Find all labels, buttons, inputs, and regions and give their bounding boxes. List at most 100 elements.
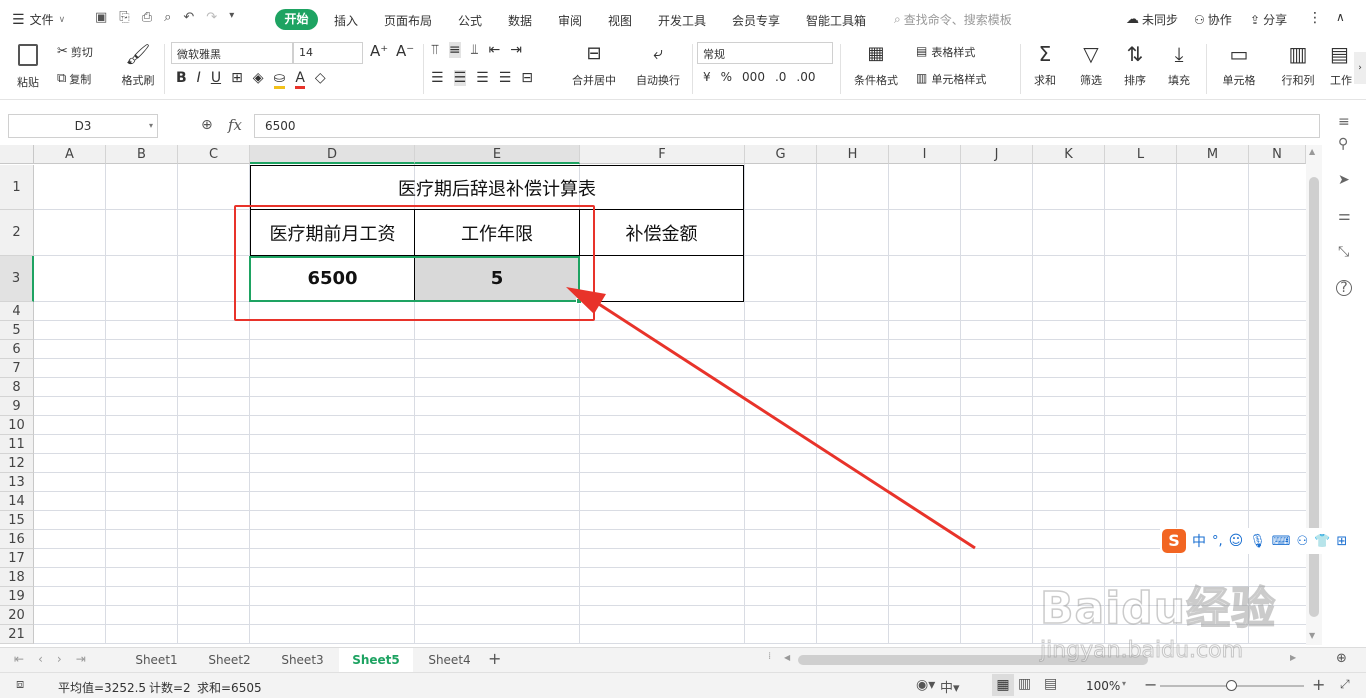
fullscreen-icon[interactable]: ⤢ [1340,677,1350,692]
cut-button[interactable]: ✂ 剪切 [57,44,93,60]
header-compensation[interactable]: 补偿金额 [579,210,744,256]
row-header-20[interactable]: 20 [0,606,34,625]
column-header-a[interactable]: A [34,145,106,164]
sheet-tab-3[interactable]: Sheet3 [266,650,339,671]
paste-button[interactable]: 粘贴 [10,42,46,94]
tab-page-layout[interactable]: 页面布局 [384,12,432,29]
sliders-icon[interactable]: ⚌ [1338,208,1351,224]
save-icon[interactable]: ▣ [95,10,107,25]
row-header-11[interactable]: 11 [0,435,34,454]
tab-insert[interactable]: 插入 [334,12,358,29]
fill-color-icon[interactable]: ◈ [253,70,264,89]
add-sheet-icon[interactable]: + [488,649,501,668]
indent-increase-icon[interactable]: ⇥ [510,42,522,58]
tab-splitter-icon[interactable]: ⁞ [768,651,771,662]
row-header-10[interactable]: 10 [0,416,34,435]
add-icon[interactable]: ⊕ [1336,651,1347,666]
zoom-menu-icon[interactable]: ▾ [1122,679,1126,688]
tab-developer[interactable]: 开发工具 [658,12,706,29]
sync-button[interactable]: ☁ 未同步 [1126,11,1178,28]
column-header-l[interactable]: L [1105,145,1177,164]
column-header-c[interactable]: C [178,145,250,164]
font-name-select[interactable]: 微软雅黑 [171,42,293,64]
first-sheet-icon[interactable]: ⇤ [14,652,24,666]
scroll-left-icon[interactable]: ◀ [784,653,790,662]
next-sheet-icon[interactable]: › [57,652,62,666]
file-menu[interactable]: ☰ 文件 ∨ [12,11,65,28]
tab-review[interactable]: 审阅 [558,12,582,29]
row-header-7[interactable]: 7 [0,359,34,378]
ribbon-scroll-right[interactable]: › [1354,52,1366,84]
align-bottom-icon[interactable]: ⫫ [471,42,479,58]
row-header-1[interactable]: 1 [0,165,34,210]
row-header-16[interactable]: 16 [0,530,34,549]
scroll-down-icon[interactable]: ▼ [1309,631,1315,640]
row-header-8[interactable]: 8 [0,378,34,397]
page-layout-icon[interactable]: ▥ [1018,676,1031,692]
select-all-corner[interactable] [0,145,34,164]
format-painter-button[interactable]: 🖌 格式刷 [118,42,158,88]
align-top-icon[interactable]: ⫪ [431,42,439,58]
column-header-g[interactable]: G [745,145,817,164]
collapse-ribbon-icon[interactable]: ∧ [1336,10,1345,24]
wrap-text-button[interactable]: ⤶ 自动换行 [630,42,686,88]
worksheet-button[interactable]: ▤ 工作 [1330,42,1354,88]
eraser-icon[interactable]: ◇ [315,70,326,89]
column-header-j[interactable]: J [961,145,1033,164]
sheet-tab-active[interactable]: Sheet5 [339,648,413,672]
font-color-icon[interactable]: A [295,70,305,89]
zoom-slider-thumb[interactable] [1226,680,1237,691]
font-shrink-icon[interactable]: A⁻ [396,42,414,60]
cell-style-button[interactable]: ▥ 单元格样式 [916,71,986,87]
normal-view-icon[interactable]: ▦ [992,674,1014,696]
command-search[interactable]: ⌕ 查找命令、搜索模板 [894,11,1012,28]
zoom-formula-icon[interactable]: ⊕ [201,117,213,133]
column-header-f[interactable]: F [580,145,745,164]
underline-icon[interactable]: U [211,70,221,89]
share-button[interactable]: ⇪ 分享 [1250,11,1287,28]
column-header-h[interactable]: H [817,145,889,164]
cond-format-button[interactable]: ▦ 条件格式 [847,42,905,88]
row-header-12[interactable]: 12 [0,454,34,473]
currency-icon[interactable]: ¥ [703,70,711,84]
decrease-decimal-icon[interactable]: .00 [796,70,815,84]
row-header-4[interactable]: 4 [0,302,34,321]
column-header-b[interactable]: B [106,145,178,164]
macro-icon[interactable]: ⧈ [16,677,24,692]
filter-button[interactable]: ▽ 筛选 [1074,42,1108,88]
zoom-slider[interactable] [1160,680,1304,691]
indent-decrease-icon[interactable]: ⇤ [489,42,501,58]
row-header-3[interactable]: 3 [0,256,34,302]
distribute-icon[interactable]: ⊟ [521,70,533,86]
align-center-icon[interactable]: ☰ [453,70,467,86]
sheet-tab-4[interactable]: Sheet4 [413,650,486,671]
collab-button[interactable]: ⚇ 协作 [1194,11,1232,28]
tab-view[interactable]: 视图 [608,12,632,29]
export-icon[interactable]: ⎘ [119,10,129,25]
help-icon[interactable]: ? [1336,280,1352,296]
resize-icon[interactable]: ⤡ [1338,244,1349,260]
more-icon[interactable]: ⋮ [1308,10,1322,26]
row-header-19[interactable]: 19 [0,587,34,606]
column-header-k[interactable]: K [1033,145,1105,164]
column-header-m[interactable]: M [1177,145,1249,164]
column-header-e[interactable]: E [415,145,580,164]
formula-input[interactable]: 6500 [254,114,1320,138]
row-header-5[interactable]: 5 [0,321,34,340]
horizontal-scrollbar[interactable]: ◀ ▶ [782,653,1302,667]
zoom-level[interactable]: 100% [1086,679,1120,693]
row-header-9[interactable]: 9 [0,397,34,416]
italic-icon[interactable]: I [197,70,201,89]
row-header-6[interactable]: 6 [0,340,34,359]
number-format-select[interactable]: 常规 [697,42,833,64]
tab-data[interactable]: 数据 [508,12,532,29]
tab-start[interactable]: 开始 [275,9,318,30]
prev-sheet-icon[interactable]: ‹ [38,652,43,666]
column-header-i[interactable]: I [889,145,961,164]
sum-button[interactable]: Σ 求和 [1028,42,1062,88]
font-grow-icon[interactable]: A⁺ [370,42,388,60]
align-right-icon[interactable]: ☰ [476,70,489,86]
copy-button[interactable]: ⧉ 复制 [57,71,91,87]
page-break-icon[interactable]: ▤ [1044,676,1057,692]
print-preview-icon[interactable]: ⌕ [164,10,171,25]
